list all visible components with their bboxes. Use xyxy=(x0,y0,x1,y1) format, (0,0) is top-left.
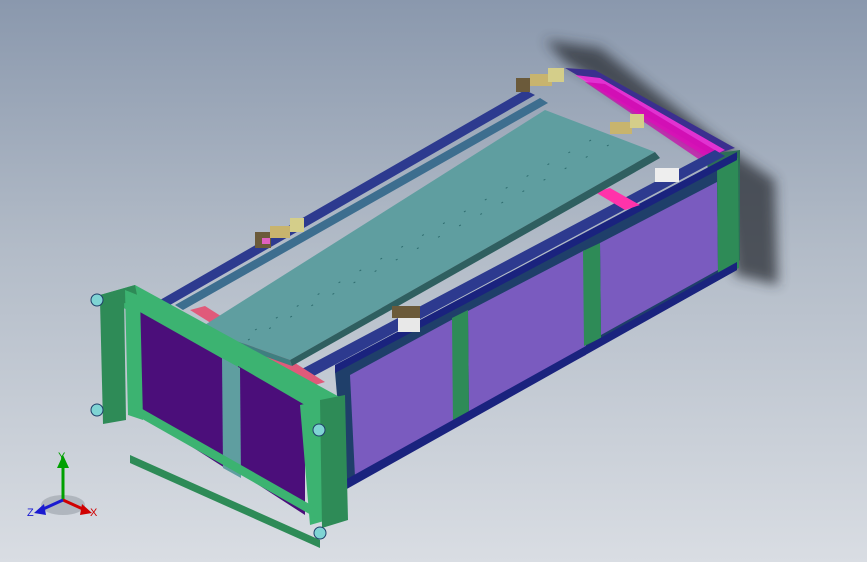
triad-z-label: Z xyxy=(27,507,34,519)
triad-y-label: Y xyxy=(58,451,66,463)
reference-triad: Y X Z xyxy=(27,451,98,519)
graphics-viewport[interactable]: Y X Z xyxy=(0,0,867,562)
cad-model-view[interactable]: Y X Z xyxy=(0,0,867,562)
carriage-left-back[interactable] xyxy=(516,68,564,92)
triad-x-label: X xyxy=(90,507,98,519)
